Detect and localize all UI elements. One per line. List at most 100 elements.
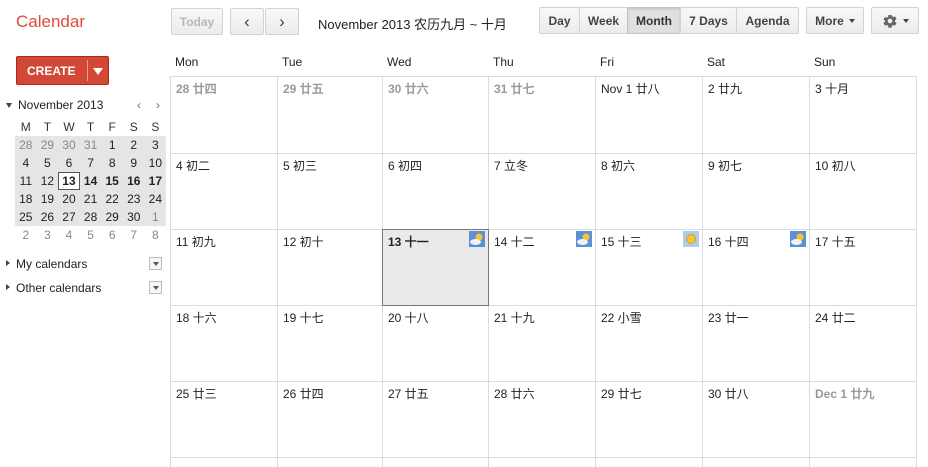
mini-day[interactable]: 29 bbox=[36, 136, 59, 154]
day-cell[interactable]: 8 初六 bbox=[596, 154, 702, 229]
mini-day[interactable]: 28 bbox=[15, 136, 37, 154]
day-cell[interactable]: 30 廿六 bbox=[383, 77, 488, 153]
mini-day[interactable]: 10 bbox=[144, 154, 167, 172]
day-cell[interactable]: 25 廿三 bbox=[171, 382, 277, 457]
day-cell[interactable]: 6 初四 bbox=[383, 154, 488, 229]
day-cell[interactable]: 31 廿七 bbox=[489, 77, 595, 153]
mini-day[interactable]: 9 bbox=[122, 154, 145, 172]
chevron-down-icon bbox=[902, 18, 909, 23]
view-7days-button[interactable]: 7 Days bbox=[680, 7, 737, 34]
dropdown-icon[interactable] bbox=[149, 281, 162, 294]
create-button[interactable]: CREATE bbox=[16, 56, 109, 85]
mini-day[interactable]: 30 bbox=[122, 208, 145, 226]
day-cell[interactable]: 10 初八 bbox=[810, 154, 916, 229]
day-label: 17 十五 bbox=[815, 235, 856, 249]
mini-day[interactable]: 15 bbox=[101, 172, 123, 190]
mini-day[interactable]: 4 bbox=[15, 154, 37, 172]
day-cell[interactable]: 30 廿八 bbox=[703, 382, 809, 457]
mini-day[interactable]: 22 bbox=[101, 190, 123, 208]
mini-day[interactable]: 7 bbox=[79, 154, 102, 172]
day-cell[interactable]: 20 十八 bbox=[383, 306, 488, 381]
day-cell[interactable]: 15 十三 bbox=[596, 230, 702, 305]
mini-day[interactable]: 28 bbox=[79, 208, 102, 226]
mini-day[interactable]: 5 bbox=[36, 154, 59, 172]
day-cell[interactable]: 28 廿六 bbox=[489, 382, 595, 457]
day-cell[interactable]: 2 廿九 bbox=[703, 77, 809, 153]
mini-prev-button[interactable]: ‹ bbox=[137, 98, 141, 112]
today-button[interactable]: Today bbox=[171, 8, 223, 35]
mini-day[interactable]: 6 bbox=[58, 154, 80, 172]
day-cell[interactable]: 3 十月 bbox=[810, 77, 916, 153]
day-cell[interactable]: 21 十九 bbox=[489, 306, 595, 381]
expand-icon bbox=[6, 284, 10, 290]
day-cell[interactable]: 4 初二 bbox=[171, 154, 277, 229]
day-cell[interactable]: 18 十六 bbox=[171, 306, 277, 381]
mini-next-button[interactable]: › bbox=[156, 98, 160, 112]
day-cell[interactable]: 11 初九 bbox=[171, 230, 277, 305]
mini-day[interactable]: 11 bbox=[15, 172, 37, 190]
day-cell[interactable]: 27 廿五 bbox=[383, 382, 488, 457]
mini-day[interactable]: 12 bbox=[36, 172, 59, 190]
day-cell[interactable]: 16 十四 bbox=[703, 230, 809, 305]
day-cell[interactable]: 29 廿七 bbox=[596, 382, 702, 457]
day-cell[interactable]: 22 小雪 bbox=[596, 306, 702, 381]
day-cell[interactable]: 28 廿四 bbox=[171, 77, 277, 153]
mini-day[interactable]: 1 bbox=[144, 208, 167, 226]
day-cell[interactable]: Nov 1 廿八 bbox=[596, 77, 702, 153]
day-cell[interactable]: Dec 1 廿九 bbox=[810, 382, 916, 457]
day-cell[interactable]: 24 廿二 bbox=[810, 306, 916, 381]
mini-day[interactable]: 20 bbox=[58, 190, 80, 208]
mini-day[interactable]: 4 bbox=[58, 226, 80, 244]
mini-day[interactable]: 8 bbox=[101, 154, 123, 172]
mini-day[interactable]: 8 bbox=[145, 226, 167, 244]
mini-day[interactable]: 3 bbox=[144, 136, 167, 154]
day-cell[interactable]: 14 十二 bbox=[489, 230, 595, 305]
view-week-button[interactable]: Week bbox=[579, 7, 628, 34]
mini-day[interactable]: 24 bbox=[144, 190, 167, 208]
mini-day[interactable]: 23 bbox=[122, 190, 145, 208]
view-month-button[interactable]: Month bbox=[627, 7, 681, 34]
mini-day[interactable]: 5 bbox=[80, 226, 102, 244]
mini-day[interactable]: 6 bbox=[101, 226, 123, 244]
day-cell[interactable]: 12 初十 bbox=[278, 230, 382, 305]
mini-day[interactable]: 7 bbox=[123, 226, 145, 244]
mini-day[interactable]: 2 bbox=[15, 226, 37, 244]
mini-day[interactable]: 27 bbox=[58, 208, 80, 226]
day-cell[interactable]: 19 十七 bbox=[278, 306, 382, 381]
other-calendars-toggle[interactable]: Other calendars bbox=[6, 280, 162, 296]
mini-day[interactable]: 31 bbox=[79, 136, 102, 154]
my-calendars-toggle[interactable]: My calendars bbox=[6, 256, 162, 272]
more-button[interactable]: More bbox=[806, 7, 864, 34]
mini-day[interactable]: 26 bbox=[36, 208, 59, 226]
mini-day[interactable]: 1 bbox=[101, 136, 123, 154]
day-cell[interactable]: 7 立冬 bbox=[489, 154, 595, 229]
mini-day[interactable]: 14 bbox=[79, 172, 102, 190]
mini-day[interactable]: 17 bbox=[144, 172, 167, 190]
day-cell[interactable]: 26 廿四 bbox=[278, 382, 382, 457]
day-cell[interactable]: 5 初三 bbox=[278, 154, 382, 229]
prev-button[interactable]: ‹ bbox=[230, 8, 264, 35]
mini-day[interactable]: 29 bbox=[101, 208, 123, 226]
day-cell[interactable]: 23 廿一 bbox=[703, 306, 809, 381]
day-cell[interactable]: 29 廿五 bbox=[278, 77, 382, 153]
next-button[interactable]: › bbox=[265, 8, 299, 35]
mini-day[interactable]: 16 bbox=[122, 172, 145, 190]
mini-day[interactable]: 25 bbox=[15, 208, 37, 226]
mini-day[interactable]: 13 bbox=[58, 172, 80, 190]
dropdown-icon[interactable] bbox=[149, 257, 162, 270]
day-cell[interactable]: 17 十五 bbox=[810, 230, 916, 305]
mini-day[interactable]: 3 bbox=[37, 226, 59, 244]
mini-day[interactable]: 19 bbox=[36, 190, 59, 208]
mini-day[interactable]: 21 bbox=[79, 190, 102, 208]
app-logo[interactable]: Calendar bbox=[16, 12, 85, 32]
mini-day[interactable]: 2 bbox=[122, 136, 145, 154]
mini-day[interactable]: 18 bbox=[15, 190, 37, 208]
day-cell-today[interactable]: 13 十一 bbox=[382, 229, 489, 306]
create-dropdown-icon[interactable] bbox=[93, 68, 103, 75]
view-agenda-button[interactable]: Agenda bbox=[736, 7, 799, 34]
view-day-button[interactable]: Day bbox=[539, 7, 580, 34]
day-cell[interactable]: 9 初七 bbox=[703, 154, 809, 229]
collapse-icon[interactable] bbox=[6, 103, 12, 108]
settings-button[interactable] bbox=[871, 7, 919, 34]
mini-day[interactable]: 30 bbox=[58, 136, 80, 154]
